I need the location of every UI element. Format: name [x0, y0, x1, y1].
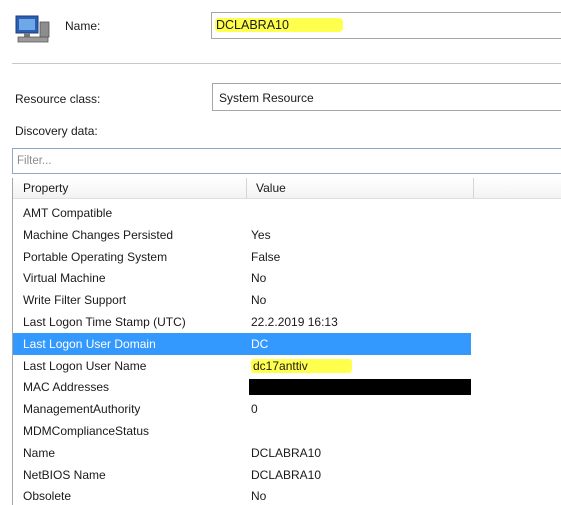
table-row[interactable]: Name DCLABRA10 [13, 442, 561, 464]
value-cell: DCLABRA10 [251, 467, 322, 482]
value-cell: DC [251, 336, 269, 351]
property-cell: Machine Changes Persisted [23, 227, 174, 242]
resource-class-label: Resource class: [15, 92, 101, 106]
property-cell: MDMComplianceStatus [23, 423, 150, 438]
table-row[interactable]: AMT Compatible [13, 202, 561, 224]
separator [12, 63, 561, 65]
filter-input[interactable]: Filter... [12, 148, 561, 174]
table-row[interactable]: Portable Operating System False [13, 246, 561, 268]
table-row-selected[interactable]: Last Logon User Domain DC [13, 332, 561, 355]
table-row[interactable]: MAC Addresses [13, 376, 561, 398]
redacted-value [249, 379, 471, 396]
computer-icon [15, 15, 50, 43]
discovery-data-label: Discovery data: [15, 124, 98, 138]
value-cell: False [251, 249, 281, 264]
property-cell: ManagementAuthority [23, 402, 141, 417]
table-row[interactable]: ManagementAuthority 0 [13, 398, 561, 420]
column-header-property[interactable]: Property [23, 181, 68, 195]
table-row[interactable]: NetBIOS Name DCLABRA10 [13, 464, 561, 486]
property-cell: Name [23, 445, 56, 460]
value-cell: Yes [251, 227, 271, 242]
properties-dialog: Name: DCLABRA10 Resource class: System R… [0, 0, 561, 505]
table-body: AMT Compatible Machine Changes Persisted… [13, 202, 561, 505]
property-cell: Virtual Machine [23, 271, 106, 286]
value-cell: 0 [251, 402, 258, 417]
property-cell: Last Logon User Domain [23, 336, 156, 351]
table-row[interactable]: Obsolete No [13, 485, 561, 505]
property-cell: AMT Compatible [23, 206, 113, 220]
table-row[interactable]: Machine Changes Persisted Yes [13, 224, 561, 246]
resource-class-field[interactable]: System Resource [212, 83, 561, 111]
table-row[interactable]: Virtual Machine No [13, 267, 561, 289]
name-field[interactable]: DCLABRA10 [211, 12, 561, 39]
property-cell: Portable Operating System [23, 249, 168, 264]
discovery-table: Property Value AMT Compatible Machine Ch… [12, 178, 561, 505]
value-cell: No [251, 293, 267, 308]
property-cell: Last Logon User Name [23, 358, 147, 373]
value-cell: No [251, 489, 267, 504]
resource-class-value: System Resource [219, 91, 314, 105]
filter-placeholder: Filter... [17, 155, 52, 167]
property-cell: NetBIOS Name [23, 467, 106, 482]
column-divider[interactable] [246, 178, 247, 198]
column-header-value[interactable]: Value [256, 181, 286, 195]
value-cell: DCLABRA10 [251, 445, 322, 460]
value-cell: 22.2.2019 16:13 [251, 314, 338, 329]
table-row[interactable]: Write Filter Support No [13, 289, 561, 311]
column-divider[interactable] [473, 178, 474, 198]
name-value: DCLABRA10 [215, 18, 343, 32]
table-row[interactable]: Last Logon Time Stamp (UTC) 22.2.2019 16… [13, 311, 561, 333]
property-cell: MAC Addresses [23, 380, 110, 395]
name-label: Name: [65, 19, 101, 33]
value-cell: No [251, 271, 267, 286]
table-row[interactable]: Last Logon User Name dc17anttiv [13, 355, 561, 377]
property-cell: Obsolete [23, 489, 72, 504]
property-cell: Last Logon Time Stamp (UTC) [23, 314, 186, 329]
table-row[interactable]: MDMComplianceStatus [13, 420, 561, 442]
property-cell: Write Filter Support [23, 293, 127, 308]
table-header: Property Value [13, 178, 561, 199]
value-cell-highlighted: dc17anttiv [251, 358, 352, 373]
